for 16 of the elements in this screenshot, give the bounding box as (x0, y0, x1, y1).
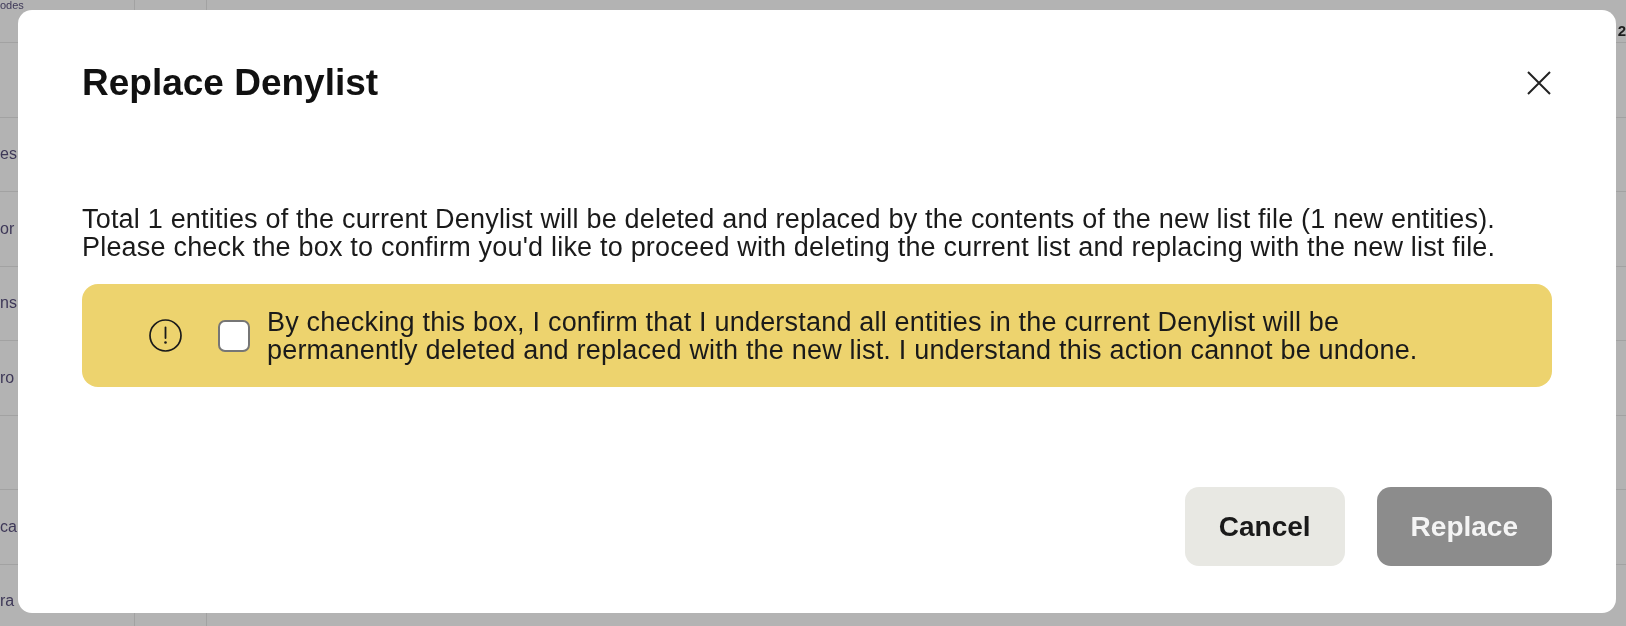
table-cell-text: ra (0, 591, 15, 612)
cancel-button[interactable]: Cancel (1184, 487, 1345, 566)
confirm-checkbox[interactable] (218, 319, 250, 352)
table-cell-text: ro (0, 367, 15, 388)
table-cell-text: odes (0, 0, 24, 10)
dialog-title: Replace Denylist (82, 61, 379, 105)
warning-icon (149, 319, 182, 352)
table-cell-text: 2 (1617, 22, 1626, 40)
dialog-message: Total 1 entities of the current Denylist will be deleted and replaced by the contents of the new list file (1 new entities). Please check the box to confirm you'd like to proceed with deleting the current list and replacing with the new list file. (82, 205, 1497, 261)
table-cell-text: es (0, 144, 17, 165)
table-cell-text: ns (0, 293, 17, 314)
table-cell-text: or (0, 218, 15, 239)
close-button[interactable] (1526, 70, 1552, 96)
confirmation-text: By checking this box, I confirm that I understand all entities in the current Denylist will be permanently deleted and replaced with the new list. I understand this action cannot be undone. (267, 307, 1419, 364)
table-cell-text: ca (0, 516, 17, 537)
close-icon (1527, 71, 1551, 95)
